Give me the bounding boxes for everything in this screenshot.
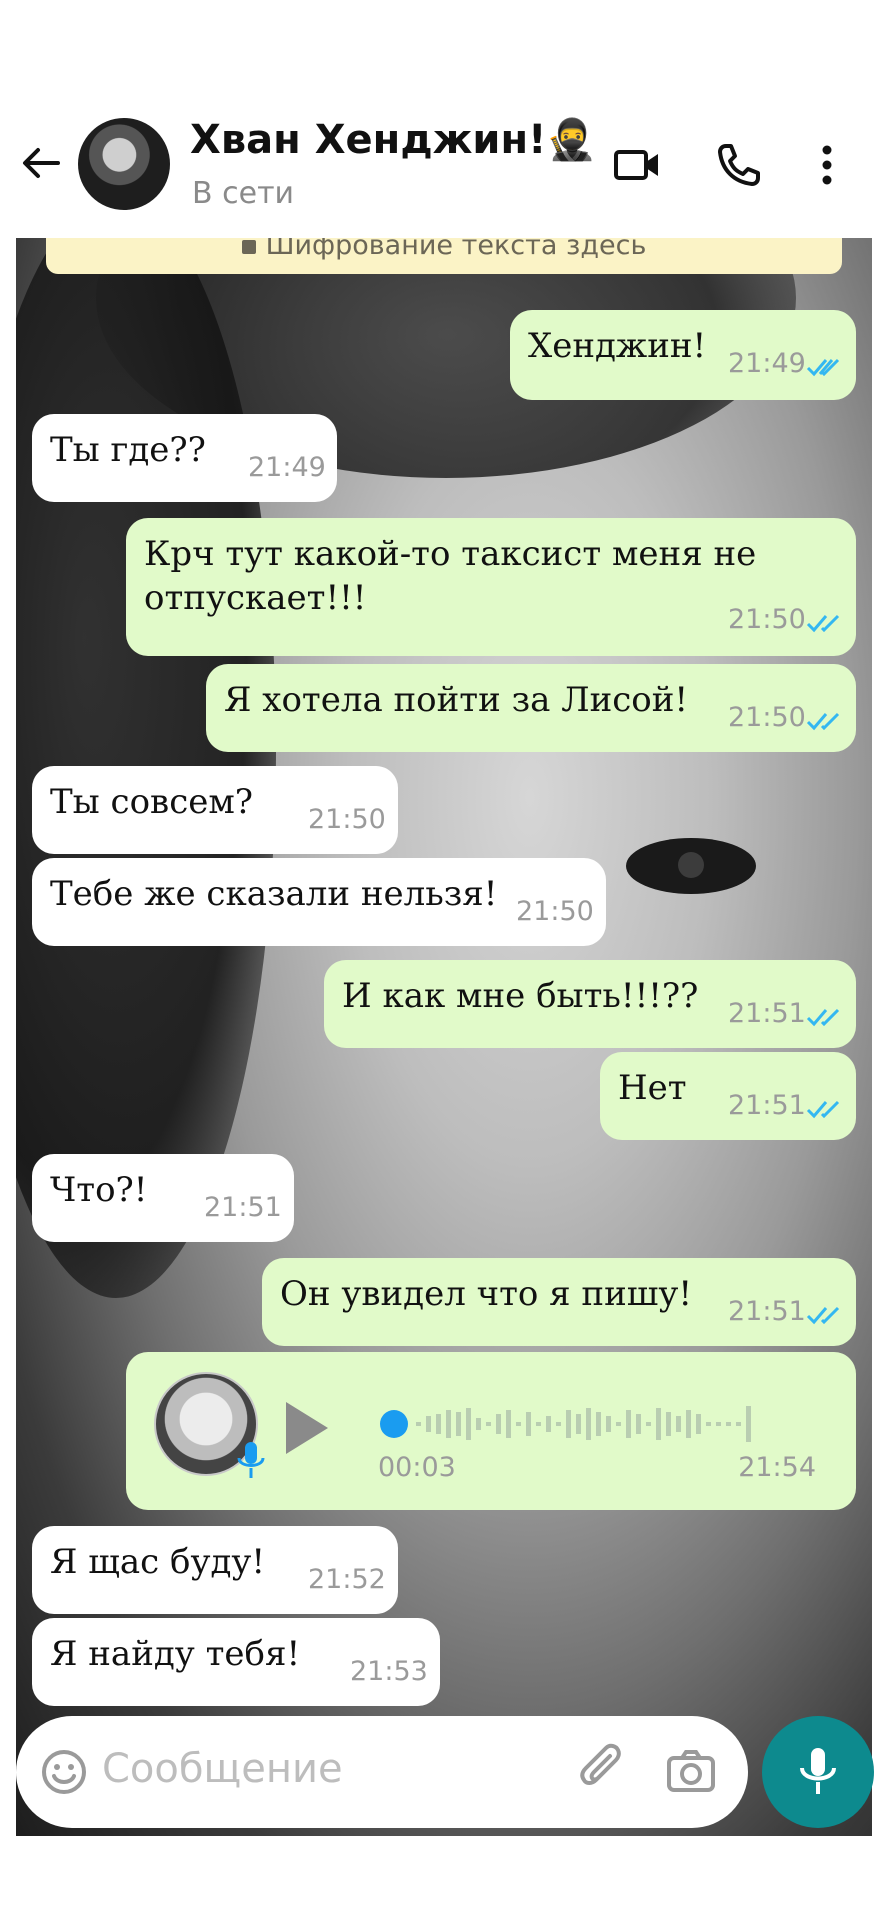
double-check-icon [806, 614, 840, 633]
message-text-line: Крч тут какой-то таксист меня не [144, 534, 757, 574]
message-incoming[interactable]: Я найду тебя! 21:53 [32, 1618, 440, 1706]
chat-header: Хван Хенджин!🥷 В сети [0, 100, 886, 238]
message-time: 21:50 [728, 604, 806, 635]
message-time: 21:50 [516, 896, 594, 927]
emoji-icon[interactable] [40, 1748, 88, 1796]
ninja-emoji: 🥷 [546, 117, 597, 163]
record-voice-button[interactable] [762, 1716, 874, 1828]
message-time: 21:49 [248, 452, 326, 483]
message-time: 21:51 [204, 1192, 282, 1223]
contact-avatar[interactable] [78, 118, 170, 210]
message-incoming[interactable]: Что?! 21:51 [32, 1154, 294, 1242]
message-outgoing[interactable]: Нет 21:51 [600, 1052, 856, 1140]
message-outgoing[interactable]: Я хотела пойти за Лисой! 21:50 [206, 664, 856, 752]
message-incoming[interactable]: Я щас буду! 21:52 [32, 1526, 398, 1614]
message-outgoing[interactable]: Хенджин! 21:49 [510, 310, 856, 400]
double-check-icon [806, 358, 840, 377]
double-check-icon [806, 1100, 840, 1119]
message-time: 21:51 [728, 1090, 806, 1121]
message-incoming[interactable]: Тебе же сказали нельзя! 21:50 [32, 858, 606, 946]
message-composer[interactable]: Сообщение [16, 1716, 748, 1828]
message-input[interactable]: Сообщение [102, 1746, 343, 1792]
wallpaper-eye [626, 838, 756, 894]
message-incoming[interactable]: Ты совсем? 21:50 [32, 766, 398, 854]
double-check-icon [806, 712, 840, 731]
message-time: 21:51 [728, 998, 806, 1029]
double-check-icon [806, 1306, 840, 1325]
message-text: Тебе же сказали нельзя! [50, 874, 498, 914]
phone-icon[interactable] [714, 140, 764, 190]
back-arrow-icon[interactable] [18, 140, 64, 186]
message-incoming[interactable]: Ты где?? 21:49 [32, 414, 337, 502]
play-icon[interactable] [286, 1402, 328, 1454]
bottom-spacer [0, 1836, 886, 1920]
message-time: 21:49 [728, 348, 806, 379]
message-time: 21:52 [308, 1564, 386, 1595]
message-time: 21:53 [350, 1656, 428, 1687]
message-outgoing[interactable]: И как мне быть!!!?? 21:51 [324, 960, 856, 1048]
double-check-icon [806, 1008, 840, 1027]
message-outgoing[interactable]: Он увидел что я пишу! 21:51 [262, 1258, 856, 1346]
contact-name[interactable]: Хван Хенджин!🥷 [190, 116, 596, 163]
more-vert-icon[interactable] [812, 140, 842, 190]
camera-icon[interactable] [664, 1744, 718, 1798]
chat-area[interactable]: Шифрование текста здесь Хенджин! 21:49 Т… [16, 238, 872, 1836]
message-time: 21:54 [738, 1452, 816, 1483]
message-time: 21:51 [728, 1296, 806, 1327]
voice-waveform[interactable] [378, 1396, 818, 1452]
lock-icon [241, 239, 256, 254]
mic-icon [237, 1442, 265, 1478]
message-time: 21:50 [308, 804, 386, 835]
voice-duration: 00:03 [378, 1452, 456, 1483]
mic-icon [800, 1748, 836, 1794]
video-call-icon[interactable] [612, 140, 662, 190]
voice-message[interactable]: 00:03 21:54 [126, 1352, 856, 1510]
message-time: 21:50 [728, 702, 806, 733]
attach-icon[interactable] [576, 1742, 634, 1800]
message-outgoing[interactable]: Крч тут какой-то таксист меня не отпуска… [126, 518, 856, 656]
contact-status: В сети [192, 176, 295, 211]
encryption-banner[interactable]: Шифрование текста здесь [46, 238, 842, 274]
